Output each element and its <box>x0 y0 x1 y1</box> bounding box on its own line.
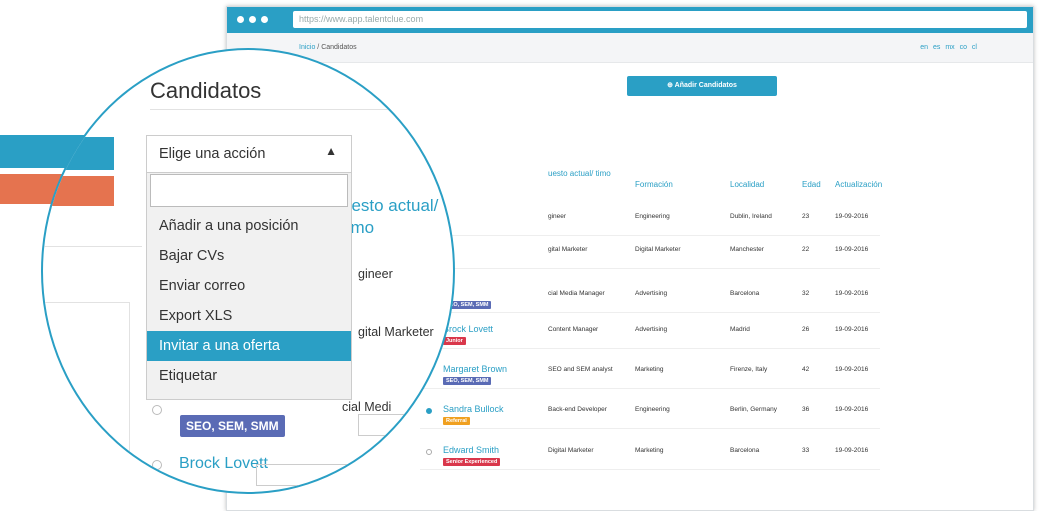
cell-position: gital Marketer <box>548 246 588 253</box>
column-header-age[interactable]: Edad <box>802 180 821 189</box>
zoom-divider <box>43 246 142 247</box>
url-bar[interactable]: https://www.app.talentclue.com <box>293 11 1027 28</box>
row-divider <box>420 312 880 313</box>
cell-training: Advertising <box>635 290 668 297</box>
cell-position: cial Media Manager <box>548 290 605 297</box>
cell-position: Digital Marketer <box>548 447 594 454</box>
zoom-row-checkbox[interactable] <box>152 405 162 415</box>
row-divider <box>420 469 880 470</box>
row-divider <box>420 348 880 349</box>
zoom-column-header: uesto actual/timo <box>342 196 439 237</box>
cell-location: Madrid <box>730 326 750 333</box>
cell-age: 22 <box>802 246 810 253</box>
cell-location: Firenze, Italy <box>730 366 768 373</box>
cell-location: Manchester <box>730 246 764 253</box>
cell-updated: 19-09-2016 <box>835 246 869 253</box>
cell-training: Engineering <box>635 406 670 413</box>
zoom-candidate-name[interactable]: Brock Lovett <box>179 455 268 473</box>
zoom-action-dropdown-list: Añadir a una posición Bajar CVs Enviar c… <box>146 173 352 400</box>
zoom-tag-badge: SEO, SEM, SMM <box>180 415 285 437</box>
row-divider <box>420 428 880 429</box>
cell-age: 23 <box>802 213 810 220</box>
cell-age: 36 <box>802 406 810 413</box>
cell-training: Marketing <box>635 366 664 373</box>
cell-location: Dublin, Ireland <box>730 213 772 220</box>
zoom-row-checkbox[interactable] <box>152 460 162 470</box>
window-dot-icon <box>237 16 244 23</box>
add-candidates-button[interactable]: ⊕ Añadir Candidatos <box>627 76 777 96</box>
zoom-field-box <box>256 464 408 486</box>
zoom-option-invite-offer[interactable]: Invitar a una oferta <box>147 331 351 361</box>
zoom-option-export-xls[interactable]: Export XLS <box>147 301 351 331</box>
cell-updated: 19-09-2016 <box>835 366 869 373</box>
cell-location: Barcelona <box>730 447 760 454</box>
zoom-orange-bar <box>43 176 114 206</box>
row-divider <box>420 388 880 389</box>
zoom-option-send-mail[interactable]: Enviar correo <box>147 271 351 301</box>
cell-age: 42 <box>802 366 810 373</box>
cell-training: Marketing <box>635 447 664 454</box>
magnifier-lens: Candidatos uesto actual/timo gineer gita… <box>41 48 455 494</box>
cell-updated: 19-09-2016 <box>835 290 869 297</box>
zoom-field-box <box>358 414 408 436</box>
cell-age: 32 <box>802 290 810 297</box>
magnifier-content: Candidatos uesto actual/timo gineer gita… <box>43 50 453 492</box>
zoom-dropdown-search-input[interactable] <box>150 174 348 207</box>
language-links[interactable]: en es mx co cl <box>920 44 977 51</box>
column-header-training[interactable]: Formación <box>635 180 673 189</box>
cell-location: Berlin, Germany <box>730 406 777 413</box>
column-header-updated[interactable]: Actualización <box>835 180 882 189</box>
cell-age: 26 <box>802 326 810 333</box>
column-header-position[interactable]: uesto actual/ timo <box>548 169 618 178</box>
cell-position: Content Manager <box>548 326 599 333</box>
cell-position: gineer <box>548 213 567 220</box>
cell-training: Advertising <box>635 326 668 333</box>
cell-updated: 19-09-2016 <box>835 406 869 413</box>
cell-updated: 19-09-2016 <box>835 213 869 220</box>
cell-location: Barcelona <box>730 290 760 297</box>
cell-position: SEO and SEM analyst <box>548 366 613 373</box>
cell-training: Engineering <box>635 213 670 220</box>
zoom-side-panel <box>43 302 130 492</box>
zoom-action-dropdown[interactable]: Elige una acción ▲ <box>146 135 352 173</box>
row-divider <box>420 268 880 269</box>
cell-position: Back-end Developer <box>548 406 607 413</box>
column-header-location[interactable]: Localidad <box>730 180 764 189</box>
zoom-cell: gital Marketer <box>358 325 434 339</box>
cell-age: 33 <box>802 447 810 454</box>
caret-up-icon: ▲ <box>325 144 337 158</box>
row-divider <box>420 235 880 236</box>
cell-updated: 19-09-2016 <box>835 447 869 454</box>
plus-icon: ⊕ <box>667 82 675 89</box>
window-dot-icon <box>261 16 268 23</box>
cell-training: Digital Marketer <box>635 246 681 253</box>
zoom-page-title: Candidatos <box>150 78 262 103</box>
zoom-blue-bar <box>43 137 114 170</box>
cell-updated: 19-09-2016 <box>835 326 869 333</box>
zoom-cell: gineer <box>358 267 393 281</box>
zoom-cell: cial Medi <box>342 400 392 414</box>
zoom-divider <box>150 109 406 110</box>
zoom-option-add-position[interactable]: Añadir a una posición <box>147 211 351 241</box>
zoom-option-download-cvs[interactable]: Bajar CVs <box>147 241 351 271</box>
browser-chrome: https://www.app.talentclue.com <box>227 7 1033 33</box>
zoom-option-tag[interactable]: Etiquetar <box>147 361 351 391</box>
window-dot-icon <box>249 16 256 23</box>
